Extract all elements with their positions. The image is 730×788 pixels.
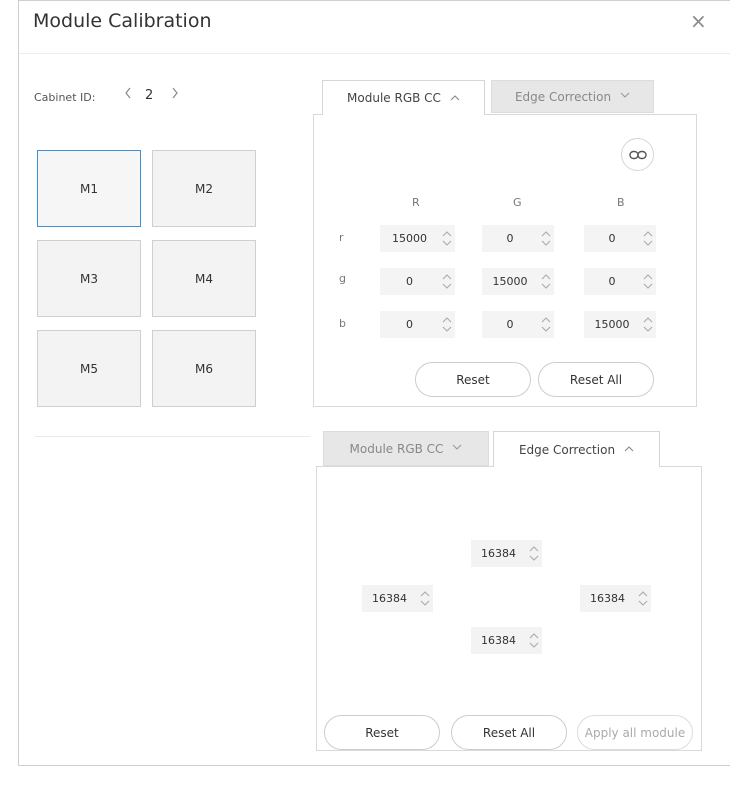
link-icon[interactable] (621, 138, 654, 171)
stepper-arrows-icon[interactable] (635, 585, 651, 612)
stepper-arrows-icon[interactable] (439, 311, 455, 338)
tab-label: Module RGB CC (347, 91, 441, 105)
module-m1-button[interactable]: M1 (37, 150, 141, 227)
tab-label: Edge Correction (514, 89, 612, 104)
chevron-down-icon (452, 443, 462, 454)
row-label-g: g (339, 272, 346, 285)
spinner-b-b[interactable]: 15000 (584, 311, 656, 338)
spinner-r-g[interactable]: 0 (482, 225, 554, 252)
chevron-down-icon (620, 91, 630, 102)
module-m4-button[interactable]: M4 (152, 240, 256, 317)
stepper-arrows-icon[interactable] (439, 225, 455, 252)
tab-module-rgb-cc[interactable]: Module RGB CC (323, 431, 489, 466)
chevron-up-icon (624, 444, 634, 455)
spinner-value: 15000 (594, 318, 630, 331)
spinner-r-b[interactable]: 0 (584, 225, 656, 252)
spinner-value: 15000 (492, 275, 528, 288)
stepper-arrows-icon[interactable] (526, 540, 542, 567)
spinner-value: 16384 (372, 592, 407, 605)
tab-edge-correction[interactable]: Edge Correction (493, 431, 660, 467)
stepper-arrows-icon[interactable] (640, 311, 656, 338)
stepper-arrows-icon[interactable] (640, 268, 656, 295)
edge-right-spinner[interactable]: 16384 (580, 585, 651, 612)
spinner-g-g[interactable]: 15000 (482, 268, 554, 295)
spinner-value: 0 (406, 318, 413, 331)
apply-all-module-button[interactable]: Apply all module (577, 715, 693, 750)
tab-label: Module RGB CC (349, 441, 444, 456)
spinner-value: 15000 (392, 232, 427, 245)
stepper-arrows-icon[interactable] (439, 268, 455, 295)
stepper-arrows-icon[interactable] (538, 268, 554, 295)
tab-edge-correction[interactable]: Edge Correction (491, 80, 654, 113)
spinner-value: 0 (506, 232, 514, 245)
module-m5-button[interactable]: M5 (37, 330, 141, 407)
stepper-arrows-icon[interactable] (538, 311, 554, 338)
column-header-g: G (513, 196, 522, 209)
stepper-arrows-icon[interactable] (538, 225, 554, 252)
close-icon[interactable]: × (690, 10, 707, 32)
tab-module-rgb-cc[interactable]: Module RGB CC (322, 80, 485, 115)
spinner-value: 16384 (481, 634, 516, 647)
module-m6-button[interactable]: M6 (152, 330, 256, 407)
stepper-arrows-icon[interactable] (526, 627, 542, 654)
stepper-arrows-icon[interactable] (640, 225, 656, 252)
chevron-up-icon (450, 93, 460, 104)
cabinet-prev-icon[interactable] (124, 87, 132, 103)
module-m2-button[interactable]: M2 (152, 150, 256, 227)
edge-bottom-spinner[interactable]: 16384 (471, 627, 542, 654)
column-header-b: B (617, 196, 625, 209)
title-divider (19, 53, 730, 54)
row-label-b: b (339, 317, 346, 330)
spinner-value: 16384 (481, 547, 516, 560)
row-label-r: r (339, 231, 344, 244)
spinner-value: 16384 (590, 592, 625, 605)
spinner-value: 0 (608, 275, 616, 288)
spinner-value: 0 (506, 318, 514, 331)
spinner-b-g[interactable]: 0 (482, 311, 554, 338)
rgb-reset-all-button[interactable]: Reset All (538, 362, 654, 397)
edge-reset-button[interactable]: Reset (324, 715, 440, 750)
spinner-r-r[interactable]: 15000 (380, 225, 455, 252)
tab-label: Edge Correction (518, 442, 616, 457)
spinner-g-r[interactable]: 0 (380, 268, 455, 295)
dialog-title: Module Calibration (33, 10, 212, 32)
rgb-reset-button[interactable]: Reset (415, 362, 531, 397)
cabinet-id-value: 2 (145, 88, 154, 103)
module-m3-button[interactable]: M3 (37, 240, 141, 317)
spinner-b-r[interactable]: 0 (380, 311, 455, 338)
cabinet-id-label: Cabinet ID: (34, 91, 96, 104)
spinner-value: 0 (608, 232, 616, 245)
edge-left-spinner[interactable]: 16384 (362, 585, 433, 612)
column-header-r: R (412, 196, 420, 209)
spinner-value: 0 (406, 275, 413, 288)
stepper-arrows-icon[interactable] (417, 585, 433, 612)
cabinet-next-icon[interactable] (171, 87, 179, 103)
edge-reset-all-button[interactable]: Reset All (451, 715, 567, 750)
spinner-g-b[interactable]: 0 (584, 268, 656, 295)
edge-top-spinner[interactable]: 16384 (471, 540, 542, 567)
section-divider (35, 436, 310, 437)
